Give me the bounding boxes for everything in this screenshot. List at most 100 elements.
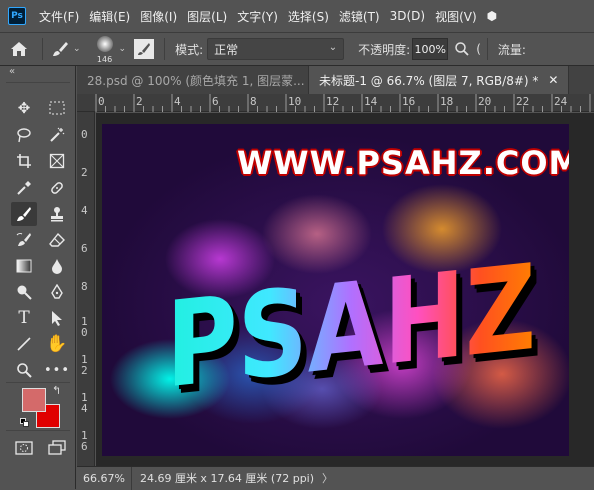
blur-tool-icon[interactable] <box>44 254 70 278</box>
path-selection-icon[interactable] <box>44 306 70 330</box>
brush-settings-icon[interactable] <box>134 39 155 59</box>
ruler-label: 1 0 <box>81 315 88 339</box>
psahz-3d-text-art: PSAHZ PSAHZ PSAHZ <box>166 238 542 404</box>
dodge-tool-icon[interactable] <box>11 280 37 304</box>
opacity-field[interactable]: 100% <box>412 38 449 60</box>
art-text-group: PSAHZ PSAHZ PSAHZ <box>166 238 542 404</box>
tab-label: 28.psd @ 100% (颜色填充 1, 图层蒙... <box>87 73 305 88</box>
mode-value: 正常 <box>214 42 239 57</box>
separator <box>6 430 70 431</box>
ruler-label: 1 2 <box>81 353 88 377</box>
photoshop-logo-icon: Ps <box>8 7 26 25</box>
foreground-color-swatch[interactable] <box>22 388 46 412</box>
gradient-tool-icon[interactable] <box>11 254 37 278</box>
brush-preset-picker[interactable]: 146 <box>91 34 119 64</box>
ruler-label: 16 <box>402 95 416 108</box>
chevron-down-icon: ⌄ <box>328 42 338 53</box>
flow-label: 流量: <box>497 42 526 57</box>
collapse-panel-icon[interactable]: « <box>9 66 15 77</box>
tab-28-psd[interactable]: 28.psd @ 100% (颜色填充 1, 图层蒙... <box>77 66 309 94</box>
menu-type[interactable]: 文字(Y) <box>232 8 283 25</box>
document-tabs: 28.psd @ 100% (颜色填充 1, 图层蒙... 未标题-1 @ 66… <box>77 66 594 94</box>
crop-tool-icon[interactable] <box>11 149 37 173</box>
screen-mode-icon[interactable] <box>44 436 70 460</box>
brush-size-label: 146 <box>96 55 113 64</box>
close-icon[interactable]: ✕ <box>548 73 558 87</box>
separator <box>42 38 43 60</box>
airbrush-icon[interactable]: ( <box>476 42 481 56</box>
mode-label: 模式: <box>175 42 204 57</box>
art-text-face: PSAHZ <box>166 238 536 404</box>
vertical-ruler[interactable]: 0 2 4 6 8 1 0 1 2 1 4 1 6 <box>77 112 95 466</box>
mode-select[interactable]: 正常 ⌄ <box>207 38 345 60</box>
zoom-level-field[interactable]: 66.67% <box>77 466 132 490</box>
ruler-label: 10 <box>288 95 302 108</box>
tab-label: 未标题-1 @ 66.7% (图层 7, RGB/8#) * <box>319 73 539 88</box>
status-bar: 66.67% 24.69 厘米 x 17.64 厘米 (72 ppi) 〉 <box>77 466 594 490</box>
type-tool-icon[interactable]: T <box>11 306 37 330</box>
menu-filter[interactable]: 滤镜(T) <box>334 8 385 25</box>
ruler-label: 14 <box>364 95 378 108</box>
menu-layer[interactable]: 图层(L) <box>182 8 232 25</box>
home-icon[interactable] <box>0 41 38 57</box>
brush-tool-icon[interactable] <box>11 202 37 226</box>
ruler-label: 8 <box>250 95 257 108</box>
menu-image[interactable]: 图像(I) <box>135 8 182 25</box>
line-tool-icon[interactable] <box>11 332 37 356</box>
ruler-label: 4 <box>81 204 88 217</box>
hand-tool-icon[interactable]: ✋ <box>44 332 70 356</box>
opacity-label: 不透明度: <box>358 42 411 57</box>
document-size-info: 24.69 厘米 x 17.64 厘米 (72 ppi) <box>139 472 315 485</box>
ruler-label: 6 <box>81 242 88 255</box>
menu-overflow[interactable]: ⬢ <box>482 9 502 23</box>
ruler-label: 24 <box>554 95 568 108</box>
ruler-label: 22 <box>516 95 530 108</box>
pen-tool-icon[interactable] <box>44 280 70 304</box>
separator <box>486 38 488 60</box>
horizontal-ruler[interactable]: 0 2 4 6 8 10 12 14 16 18 20 22 24 <box>77 94 594 112</box>
pressure-opacity-icon[interactable] <box>454 41 470 57</box>
default-colors-icon[interactable] <box>20 418 30 428</box>
menu-bar: Ps 文件(F) 编辑(E) 图像(I) 图层(L) 文字(Y) 选择(S) 滤… <box>0 0 594 32</box>
document-canvas[interactable]: WWW.PSAHZ.COM PSAHZ PSAHZ PSAHZ <box>102 124 569 456</box>
move-tool-icon[interactable]: ✥ <box>11 96 37 120</box>
separator <box>164 38 166 60</box>
swap-colors-icon[interactable]: ↰ <box>52 384 61 397</box>
brush-tool-icon[interactable] <box>47 40 73 58</box>
menu-select[interactable]: 选择(S) <box>283 8 334 25</box>
chevron-down-icon[interactable]: ⌄ <box>73 44 81 54</box>
ruler-label: 2 <box>81 166 88 179</box>
ruler-label: 8 <box>81 280 88 293</box>
eraser-icon[interactable] <box>44 228 70 252</box>
magic-wand-icon[interactable] <box>44 123 70 147</box>
tab-untitled-1[interactable]: 未标题-1 @ 66.7% (图层 7, RGB/8#) * ✕ <box>309 66 570 94</box>
separator <box>6 382 70 383</box>
options-bar: ⌄ 146 ⌄ 模式: 正常 ⌄ 不透明度: 100% ( 流量: <box>0 32 594 66</box>
eyedropper-icon[interactable] <box>11 176 37 200</box>
marquee-tool-icon[interactable] <box>44 96 70 120</box>
history-brush-icon[interactable] <box>11 228 37 252</box>
ruler-label: 2 <box>136 95 143 108</box>
healing-brush-icon[interactable] <box>44 176 70 200</box>
frame-tool-icon[interactable] <box>44 149 70 173</box>
quick-mask-icon[interactable] <box>11 436 37 460</box>
menu-view[interactable]: 视图(V) <box>430 8 482 25</box>
clone-stamp-icon[interactable] <box>44 202 70 226</box>
ruler-label: 0 <box>98 95 105 108</box>
menu-3d[interactable]: 3D(D) <box>385 9 430 23</box>
zoom-tool-icon[interactable] <box>11 358 37 382</box>
ruler-label: 4 <box>174 95 181 108</box>
document-workspace[interactable]: WWW.PSAHZ.COM PSAHZ PSAHZ PSAHZ <box>96 113 594 466</box>
ruler-label: 1 6 <box>81 429 88 453</box>
status-menu-arrow-icon[interactable]: 〉 <box>322 470 333 486</box>
more-tools-icon[interactable]: ••• <box>44 358 70 382</box>
menu-edit[interactable]: 编辑(E) <box>84 8 135 25</box>
menu-file[interactable]: 文件(F) <box>34 8 84 25</box>
watermark-text: WWW.PSAHZ.COM <box>237 144 569 182</box>
ruler-label: 6 <box>212 95 219 108</box>
ruler-label: 0 <box>81 128 88 141</box>
ruler-label: 1 4 <box>81 391 88 415</box>
chevron-down-icon[interactable]: ⌄ <box>119 44 127 54</box>
separator <box>6 82 70 83</box>
lasso-tool-icon[interactable] <box>11 123 37 147</box>
